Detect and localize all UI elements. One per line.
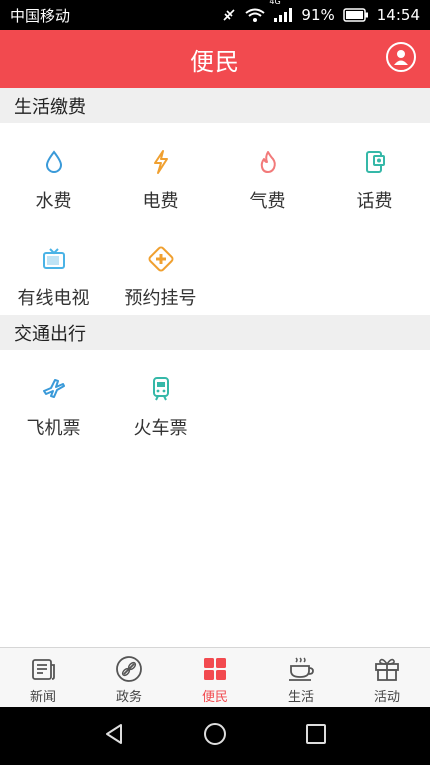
nav-item-convenience[interactable]: 便民 <box>172 648 258 708</box>
system-nav-bar <box>0 707 430 765</box>
tile-label: 飞机票 <box>26 418 81 439</box>
tile-phone-bill[interactable]: 话费 <box>321 135 428 225</box>
page-title: 便民 <box>190 47 240 76</box>
home-circle-icon <box>204 723 226 745</box>
tile-cable-tv[interactable]: 有线电视 <box>0 232 107 322</box>
government-icon <box>86 655 172 683</box>
user-icon <box>394 50 408 65</box>
phone-bill-icon <box>321 135 428 175</box>
tv-icon <box>0 232 107 272</box>
network-type-label: 4G <box>269 0 281 6</box>
back-triangle-icon <box>106 724 122 744</box>
news-icon <box>0 655 86 683</box>
tile-train-ticket[interactable]: 火车票 <box>107 362 214 452</box>
signal-icon: 4G <box>269 0 293 23</box>
app-header: 便民 <box>0 30 430 88</box>
flame-icon <box>214 135 321 175</box>
section-header-transport: 交通出行 <box>0 315 430 350</box>
nav-label: 生活 <box>287 690 314 705</box>
battery-icon <box>343 8 369 22</box>
nav-item-news[interactable]: 新闻 <box>0 648 86 708</box>
tile-label: 预约挂号 <box>124 288 197 309</box>
section-title: 生活缴费 <box>14 96 86 118</box>
lightning-icon <box>107 135 214 175</box>
train-icon <box>107 362 214 402</box>
nav-label: 新闻 <box>29 690 56 705</box>
tile-label: 水费 <box>35 191 72 212</box>
section-title: 交通出行 <box>14 323 86 345</box>
recents-square-icon <box>306 724 326 744</box>
tile-label: 电费 <box>142 191 179 212</box>
recents-button[interactable] <box>305 723 327 749</box>
nav-label: 便民 <box>201 690 228 705</box>
tile-electricity-bill[interactable]: 电费 <box>107 135 214 225</box>
section-header-life-payment: 生活缴费 <box>0 88 430 123</box>
clock: 14:54 <box>376 6 420 24</box>
wifi-icon <box>245 8 266 23</box>
water-drop-icon <box>0 135 107 175</box>
profile-button[interactable] <box>386 42 416 72</box>
nav-label: 活动 <box>373 690 400 705</box>
battery-percent: 91% <box>301 6 335 24</box>
nav-item-life[interactable]: 生活 <box>258 648 344 708</box>
tile-water-bill[interactable]: 水费 <box>0 135 107 225</box>
medical-cross-icon <box>107 232 214 272</box>
nav-label: 政务 <box>115 690 142 705</box>
grid-icon <box>172 655 258 683</box>
tile-label: 有线电视 <box>17 288 90 309</box>
tile-gas-bill[interactable]: 气费 <box>214 135 321 225</box>
status-bar: 中国移动 4G 91% 14:54 <box>0 0 430 30</box>
tile-label: 火车票 <box>133 418 188 439</box>
tile-label: 气费 <box>249 191 286 212</box>
status-right: 4G 91% 14:54 <box>221 0 420 24</box>
bottom-nav: 新闻 政务 便民 生活 活动 <box>0 647 430 708</box>
coffee-icon <box>258 655 344 683</box>
airplane-icon <box>0 362 107 402</box>
tile-hospital-appointment[interactable]: 预约挂号 <box>107 232 214 322</box>
nfc-off-icon <box>221 7 237 23</box>
carrier-label: 中国移动 <box>10 6 71 25</box>
nav-item-activities[interactable]: 活动 <box>344 648 430 708</box>
home-button[interactable] <box>203 722 227 750</box>
nav-item-government[interactable]: 政务 <box>86 648 172 708</box>
tile-flight-ticket[interactable]: 飞机票 <box>0 362 107 452</box>
gift-icon <box>344 655 430 683</box>
tile-label: 话费 <box>356 191 393 212</box>
back-button[interactable] <box>103 722 125 750</box>
